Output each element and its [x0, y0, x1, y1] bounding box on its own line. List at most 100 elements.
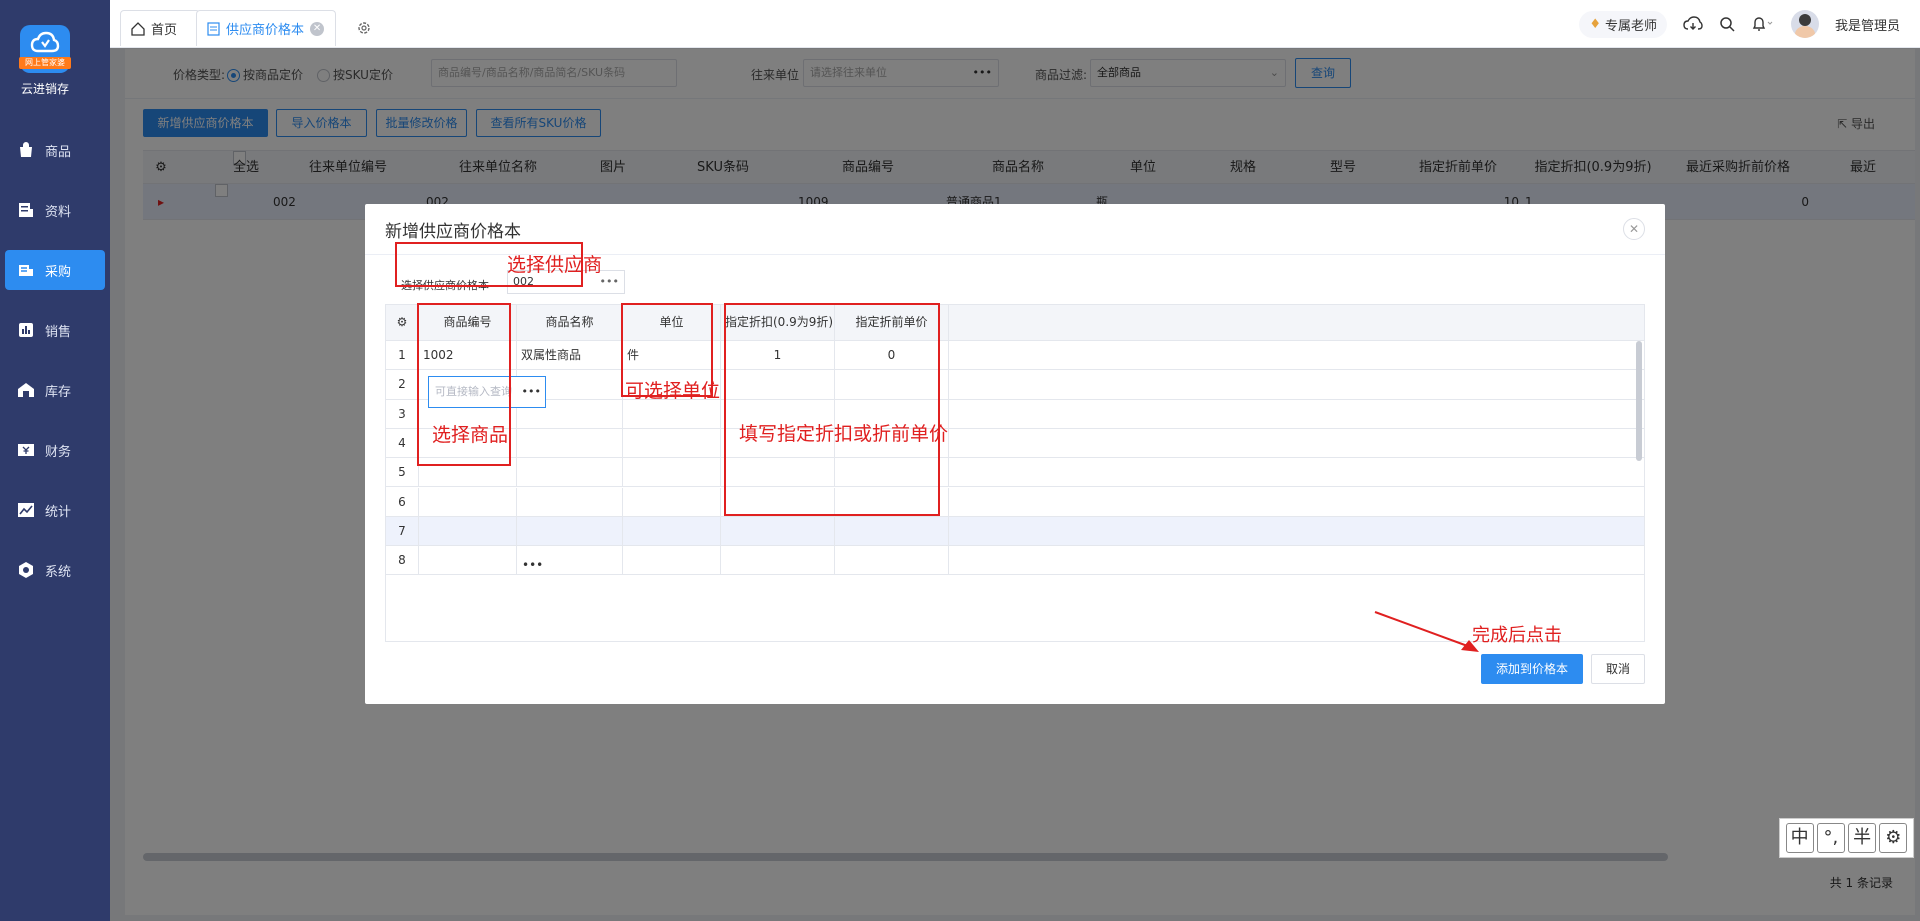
tab-home[interactable]: 首页 [120, 10, 200, 46]
header-product-name: 商品名称 [517, 305, 623, 341]
purchase-icon [19, 265, 33, 276]
grid-cell-price[interactable] [835, 516, 949, 547]
annotation-text-product: 选择商品 [432, 424, 509, 446]
header-filler [949, 305, 1644, 341]
grid-cell-name[interactable] [517, 487, 623, 517]
grid-cell-code[interactable] [419, 487, 517, 517]
sidebar-item-products[interactable]: 商品 [5, 130, 105, 170]
brand-name: 云进销存 [20, 82, 69, 96]
home-icon [131, 21, 145, 36]
sidebar-item-label: 采购 [45, 264, 72, 280]
grid-cell-filler [949, 546, 1644, 576]
sidebar-item-purchase[interactable]: 采购 [5, 250, 105, 290]
tab-label: 供应商价格本 [226, 23, 305, 38]
grid-cell-unit[interactable] [623, 546, 721, 576]
search-icon[interactable] [1719, 16, 1735, 32]
annotation-arrow [1374, 611, 1479, 652]
sidebar-item-finance[interactable]: 财务 [5, 430, 105, 470]
cancel-button[interactable]: 取消 [1591, 654, 1645, 684]
grid-cell-num: 5 [386, 458, 419, 488]
grid-cell-unit[interactable] [623, 487, 721, 517]
grid-cell-code[interactable] [419, 516, 517, 547]
gear-icon[interactable] [356, 20, 372, 36]
sidebar: 网上管家婆 云进销存 商品 资料 采购 销售 库存 财务 统计 系统 [0, 0, 110, 921]
sidebar-item-system[interactable]: 系统 [5, 550, 105, 590]
dialog-title: 新增供应商价格本 [385, 222, 521, 242]
sidebar-item-inventory[interactable]: 库存 [5, 370, 105, 410]
grid-cell-filler [949, 488, 1644, 517]
tab-supplier-price-book[interactable]: 供应商价格本 ✕ [196, 10, 336, 46]
top-bar: 首页 供应商价格本 ✕ ♦ 专属老师 我是管理员 [110, 0, 1920, 48]
more-icon[interactable]: ••• [522, 377, 541, 407]
grid-cell-discount[interactable] [721, 487, 835, 517]
grid-cell-num: 8 [386, 546, 419, 576]
ime-settings-icon[interactable]: ⚙ [1879, 823, 1908, 853]
bell-icon[interactable] [1751, 16, 1775, 32]
grid-cell-num: 2 [386, 370, 419, 400]
close-icon[interactable]: ✕ [1623, 218, 1645, 240]
grid-cell-filler [949, 400, 1644, 429]
grid-cell-code[interactable] [419, 458, 517, 488]
annotation-text-supplier: 选择供应商 [507, 254, 603, 276]
grid-cell-num: 1 [386, 341, 419, 371]
cloud-download-icon[interactable] [1683, 16, 1703, 32]
more-icon[interactable]: ••• [522, 558, 543, 572]
ime-chinese-toggle[interactable]: 中 [1785, 823, 1814, 853]
product-entry-grid: ⚙ 商品编号 商品名称 单位 指定折扣(0.9为9折) 指定折前单价 1 1002… [385, 304, 1645, 642]
sidebar-item-statistics[interactable]: 统计 [5, 490, 105, 530]
header-unit: 单位 [623, 305, 721, 341]
ime-toolbar: 中 °, 半 ⚙ [1779, 818, 1914, 858]
grid-cell-code[interactable]: 1002 [419, 341, 517, 371]
grid-cell-name[interactable]: 双属性商品 [517, 341, 623, 371]
grid-cell-discount[interactable] [721, 458, 835, 488]
grid-cell-discount[interactable] [721, 546, 835, 576]
ime-halfwidth-toggle[interactable]: 半 [1848, 823, 1877, 853]
user-name[interactable]: 我是管理员 [1835, 15, 1900, 34]
grid-cell-price[interactable] [835, 487, 949, 517]
grid-cell-discount[interactable]: 1 [721, 341, 835, 371]
tab-label: 首页 [151, 23, 178, 38]
close-tab-icon[interactable]: ✕ [310, 21, 325, 36]
sidebar-item-label: 资料 [45, 204, 72, 220]
grid-cell-price[interactable] [835, 546, 949, 576]
warehouse-icon [18, 383, 34, 397]
grid-settings-icon[interactable]: ⚙ [386, 305, 419, 341]
yen-icon [18, 444, 34, 456]
annotation-text-unit: 可选择单位 [625, 380, 721, 402]
product-search-input[interactable]: 可直接输入查询 ••• [428, 376, 546, 408]
add-to-price-book-button[interactable]: 添加到价格本 [1481, 654, 1583, 684]
ime-punctuation-toggle[interactable]: °, [1816, 823, 1845, 853]
header-price: 指定折前单价 [835, 305, 949, 341]
grid-cell-filler [949, 458, 1644, 488]
grid-cell-name[interactable] [517, 516, 623, 547]
grid-cell-price[interactable]: 0 [835, 341, 949, 371]
grid-cell-name[interactable] [517, 458, 623, 488]
grid-cell-unit[interactable] [623, 399, 721, 429]
vertical-scrollbar[interactable] [1636, 341, 1642, 461]
vip-label: 专属老师 [1604, 18, 1657, 34]
grid-cell-price[interactable] [835, 458, 949, 488]
grid-cell-num: 6 [386, 487, 419, 517]
grid-cell-discount[interactable] [721, 370, 835, 400]
grid-cell-unit[interactable] [623, 428, 721, 459]
sidebar-item-data[interactable]: 资料 [5, 190, 105, 230]
grid-cell-code[interactable] [419, 546, 517, 576]
grid-cell-unit[interactable] [623, 458, 721, 488]
more-icon[interactable]: ••• [600, 271, 619, 293]
annotation-text-discount-price: 填写指定折扣或折前单价 [739, 423, 949, 445]
sidebar-item-sales[interactable]: 销售 [5, 310, 105, 350]
grid-cell-unit[interactable]: 件 [623, 341, 721, 371]
grid-cell-num: 3 [386, 399, 419, 429]
grid-cell-name[interactable] [517, 428, 623, 459]
avatar[interactable] [1790, 10, 1819, 38]
bar-chart-icon [19, 323, 33, 337]
vip-teacher-button[interactable]: ♦ 专属老师 [1579, 10, 1667, 38]
grid-cell-discount[interactable] [721, 516, 835, 547]
grid-cell-num: 4 [386, 428, 419, 459]
diamond-icon: ♦ [1589, 16, 1601, 32]
grid-cell-price[interactable] [835, 370, 949, 400]
grid-cell-unit[interactable] [623, 516, 721, 547]
top-right-toolbar: ♦ 专属老师 我是管理员 [1579, 10, 1900, 38]
document-icon [19, 203, 33, 217]
app-logo[interactable]: 网上管家婆 [19, 25, 71, 73]
